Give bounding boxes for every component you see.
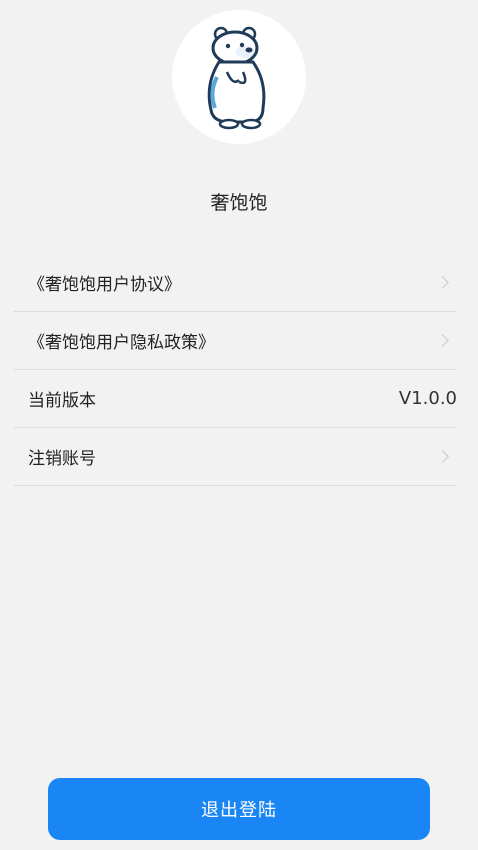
app-name: 奢饱饱 (210, 192, 268, 214)
user-agreement-item[interactable]: 《奢饱饱用户协议》 (14, 254, 457, 312)
privacy-policy-item[interactable]: 《奢饱饱用户隐私政策》 (14, 312, 457, 370)
version-value: V1.0.0 (398, 388, 457, 409)
logout-button[interactable]: 退出登陆 (48, 778, 430, 840)
cancel-account-item[interactable]: 注销账号 (14, 428, 457, 486)
version-label: 当前版本 (28, 391, 96, 411)
user-agreement-label: 《奢饱饱用户协议》 (28, 275, 181, 295)
cancel-account-label: 注销账号 (28, 449, 96, 469)
version-item: 当前版本 V1.0.0 (14, 370, 457, 428)
chevron-right-icon (436, 334, 449, 347)
chevron-right-icon (436, 450, 449, 463)
polar-bear-logo-icon (207, 26, 266, 130)
app-logo (172, 10, 306, 144)
privacy-policy-label: 《奢饱饱用户隐私政策》 (28, 333, 215, 353)
chevron-right-icon (436, 276, 449, 289)
settings-list: 《奢饱饱用户协议》 《奢饱饱用户隐私政策》 当前版本 V1.0.0 注销账号 (14, 254, 457, 486)
